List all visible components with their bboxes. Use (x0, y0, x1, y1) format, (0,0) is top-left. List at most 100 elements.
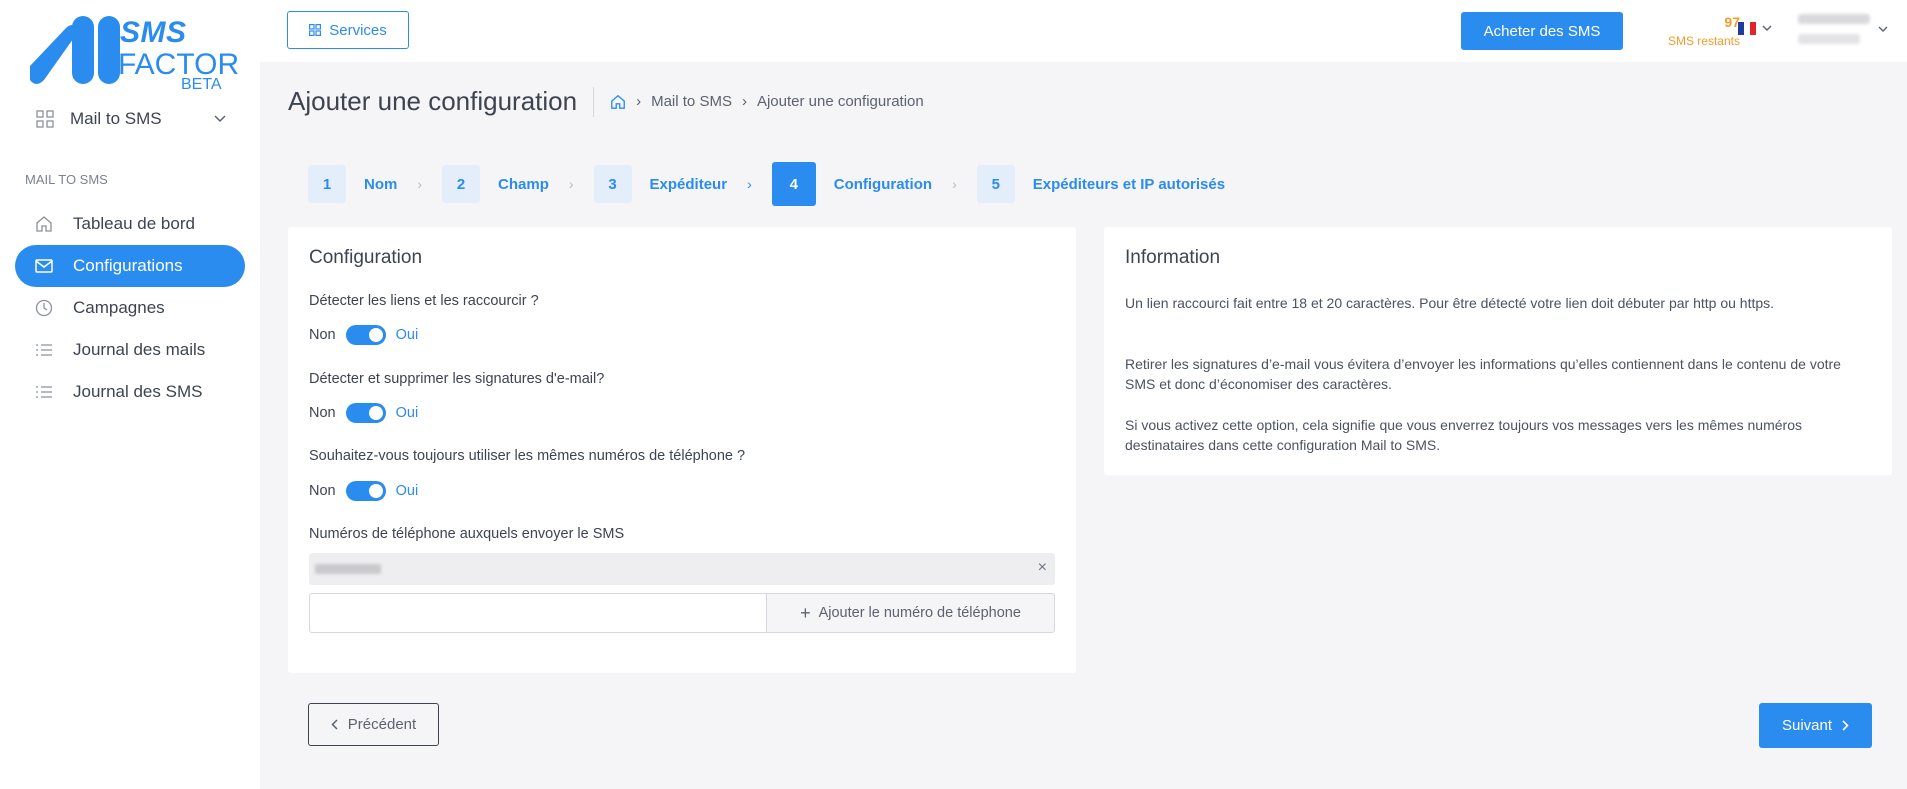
same-numbers-question: Souhaitez-vous toujours utiliser les mêm… (309, 448, 746, 464)
sidebar-item-campagnes[interactable]: Campagnes (15, 287, 245, 329)
french-flag-icon (1738, 22, 1756, 35)
sidebar-item-label: Configurations (73, 256, 183, 275)
phone-numbers-label: Numéros de téléphone auxquels envoyer le… (309, 526, 625, 542)
info-paragraph-numbers: Si vous activez cette option, cela signi… (1125, 417, 1802, 453)
sidebar-item-journal-des-mails[interactable]: Journal des mails (15, 329, 245, 371)
phone-number-chip: × (309, 553, 1055, 585)
sidebar-item-tableau-de-bord[interactable]: Tableau de bord (15, 203, 245, 245)
chevron-right-icon: › (747, 176, 752, 192)
detect-signatures-toggle[interactable] (345, 403, 386, 423)
step-number: 1 (308, 165, 346, 203)
step-label: Expéditeur (649, 175, 728, 193)
logo-mark-icon (30, 16, 120, 84)
module-selector[interactable]: Mail to SMS (36, 106, 226, 132)
detect-links-toggle-row: Non Oui (309, 325, 418, 345)
list-icon (33, 339, 55, 361)
step-4[interactable]: 4 Configuration (771, 162, 933, 206)
step-label: Nom (364, 175, 398, 193)
logo-text-beta: BETA (181, 76, 222, 93)
configuration-card: Configuration Détecter les liens et les … (288, 227, 1076, 673)
breadcrumb-separator: › (636, 93, 642, 110)
add-phone-button[interactable]: + Ajouter le numéro de téléphone (766, 593, 1055, 633)
step-number: 4 (771, 162, 816, 206)
toggle-no-label: Non (309, 405, 336, 421)
step-label: Expéditeurs et IP autorisés (1032, 175, 1226, 193)
services-button-label: Services (329, 21, 387, 39)
step-3[interactable]: 3 Expéditeur (593, 165, 728, 203)
step-number: 5 (976, 165, 1015, 203)
information-card-title: Information (1125, 247, 1221, 268)
page-title: Ajouter une configuration (288, 86, 578, 116)
previous-button[interactable]: Précédent (308, 703, 439, 746)
sidebar-item-label: Campagnes (73, 298, 165, 317)
breadcrumb-separator: › (741, 93, 747, 110)
phone-number-blurred (315, 564, 381, 574)
chevron-right-icon: › (417, 176, 423, 192)
sms-credits-label: SMS restants (1667, 34, 1740, 48)
buy-sms-button[interactable]: Acheter des SMS (1461, 12, 1623, 50)
plus-icon: + (800, 603, 811, 623)
detect-signatures-toggle-row: Non Oui (309, 403, 418, 423)
close-icon[interactable]: × (1038, 559, 1047, 577)
sidebar-item-configurations[interactable]: Configurations (15, 245, 245, 287)
wizard-steps: 1 Nom › 2 Champ › 3 Expéditeur › 4 Confi… (308, 162, 1225, 206)
chevron-right-icon (1842, 720, 1849, 731)
next-button[interactable]: Suivant (1759, 703, 1872, 748)
topbar: Services Acheter des SMS 97 SMS restants (260, 0, 1907, 62)
step-label: Configuration (833, 175, 933, 193)
toggle-yes-label: Oui (395, 327, 419, 343)
chevron-down-icon (214, 115, 226, 123)
sidebar-item-journal-des-sms[interactable]: Journal des SMS (15, 371, 245, 413)
configuration-card-title: Configuration (309, 247, 423, 268)
toggle-yes-label: Oui (395, 483, 419, 499)
step-5[interactable]: 5 Expéditeurs et IP autorisés (976, 165, 1226, 203)
info-paragraph-signatures: Retirer les signatures d’e-mail vous évi… (1125, 356, 1841, 392)
toggle-no-label: Non (309, 327, 336, 343)
phone-number-input[interactable] (309, 593, 766, 633)
clock-icon (33, 297, 55, 319)
chevron-down-icon (1878, 26, 1888, 32)
step-number: 2 (442, 165, 481, 203)
sidebar-item-label: Journal des SMS (73, 382, 203, 401)
next-button-label: Suivant (1781, 717, 1833, 734)
sms-credits: 97 SMS restants (1640, 14, 1740, 48)
previous-button-label: Précédent (347, 716, 417, 733)
home-icon[interactable] (610, 94, 626, 110)
add-phone-button-label: Ajouter le numéro de téléphone (818, 605, 1021, 621)
mail-icon (33, 255, 55, 277)
toggle-yes-label: Oui (395, 405, 419, 421)
breadcrumb: › Mail to SMS › Ajouter une configuratio… (593, 86, 924, 117)
breadcrumb-current: Ajouter une configuration (756, 93, 924, 110)
sidebar-section-heading: MAIL TO SMS (25, 172, 108, 187)
same-numbers-toggle[interactable] (345, 481, 386, 501)
chevron-right-icon: › (568, 176, 574, 192)
same-numbers-toggle-row: Non Oui (309, 481, 418, 501)
language-selector[interactable] (1738, 22, 1772, 35)
sidebar-nav: Tableau de bord Configurations Campagnes… (15, 203, 245, 413)
services-button[interactable]: Services (287, 11, 409, 49)
module-selector-label: Mail to SMS (70, 109, 162, 128)
step-2[interactable]: 2 Champ (442, 165, 549, 203)
detect-links-toggle[interactable] (345, 325, 386, 345)
detect-links-question: Détecter les liens et les raccourcir ? (309, 293, 539, 309)
grid-icon (309, 24, 322, 36)
chevron-down-icon (1762, 25, 1772, 31)
list-icon (33, 381, 55, 403)
page-header: Ajouter une configuration › Mail to SMS … (288, 86, 924, 117)
home-icon (33, 213, 55, 235)
user-info-blurred (1798, 14, 1870, 44)
step-1[interactable]: 1 Nom (308, 165, 397, 203)
toggle-no-label: Non (309, 483, 336, 499)
smsfactor-logo[interactable]: SMS FACTOR BETA (26, 10, 239, 94)
sidebar-item-label: Journal des mails (73, 340, 206, 359)
sidebar: SMS FACTOR BETA Mail to SMS MAIL TO SMS … (0, 0, 260, 789)
sms-credits-value: 97 (1724, 14, 1740, 30)
sidebar-item-label: Tableau de bord (73, 214, 195, 233)
step-number: 3 (593, 165, 632, 203)
chevron-left-icon (331, 719, 338, 730)
logo-text-sms: SMS (120, 16, 187, 49)
chevron-right-icon: › (952, 176, 957, 192)
user-menu[interactable] (1798, 14, 1888, 44)
breadcrumb-link[interactable]: Mail to SMS (651, 93, 732, 110)
detect-signatures-question: Détecter et supprimer les signatures d'e… (309, 371, 605, 387)
